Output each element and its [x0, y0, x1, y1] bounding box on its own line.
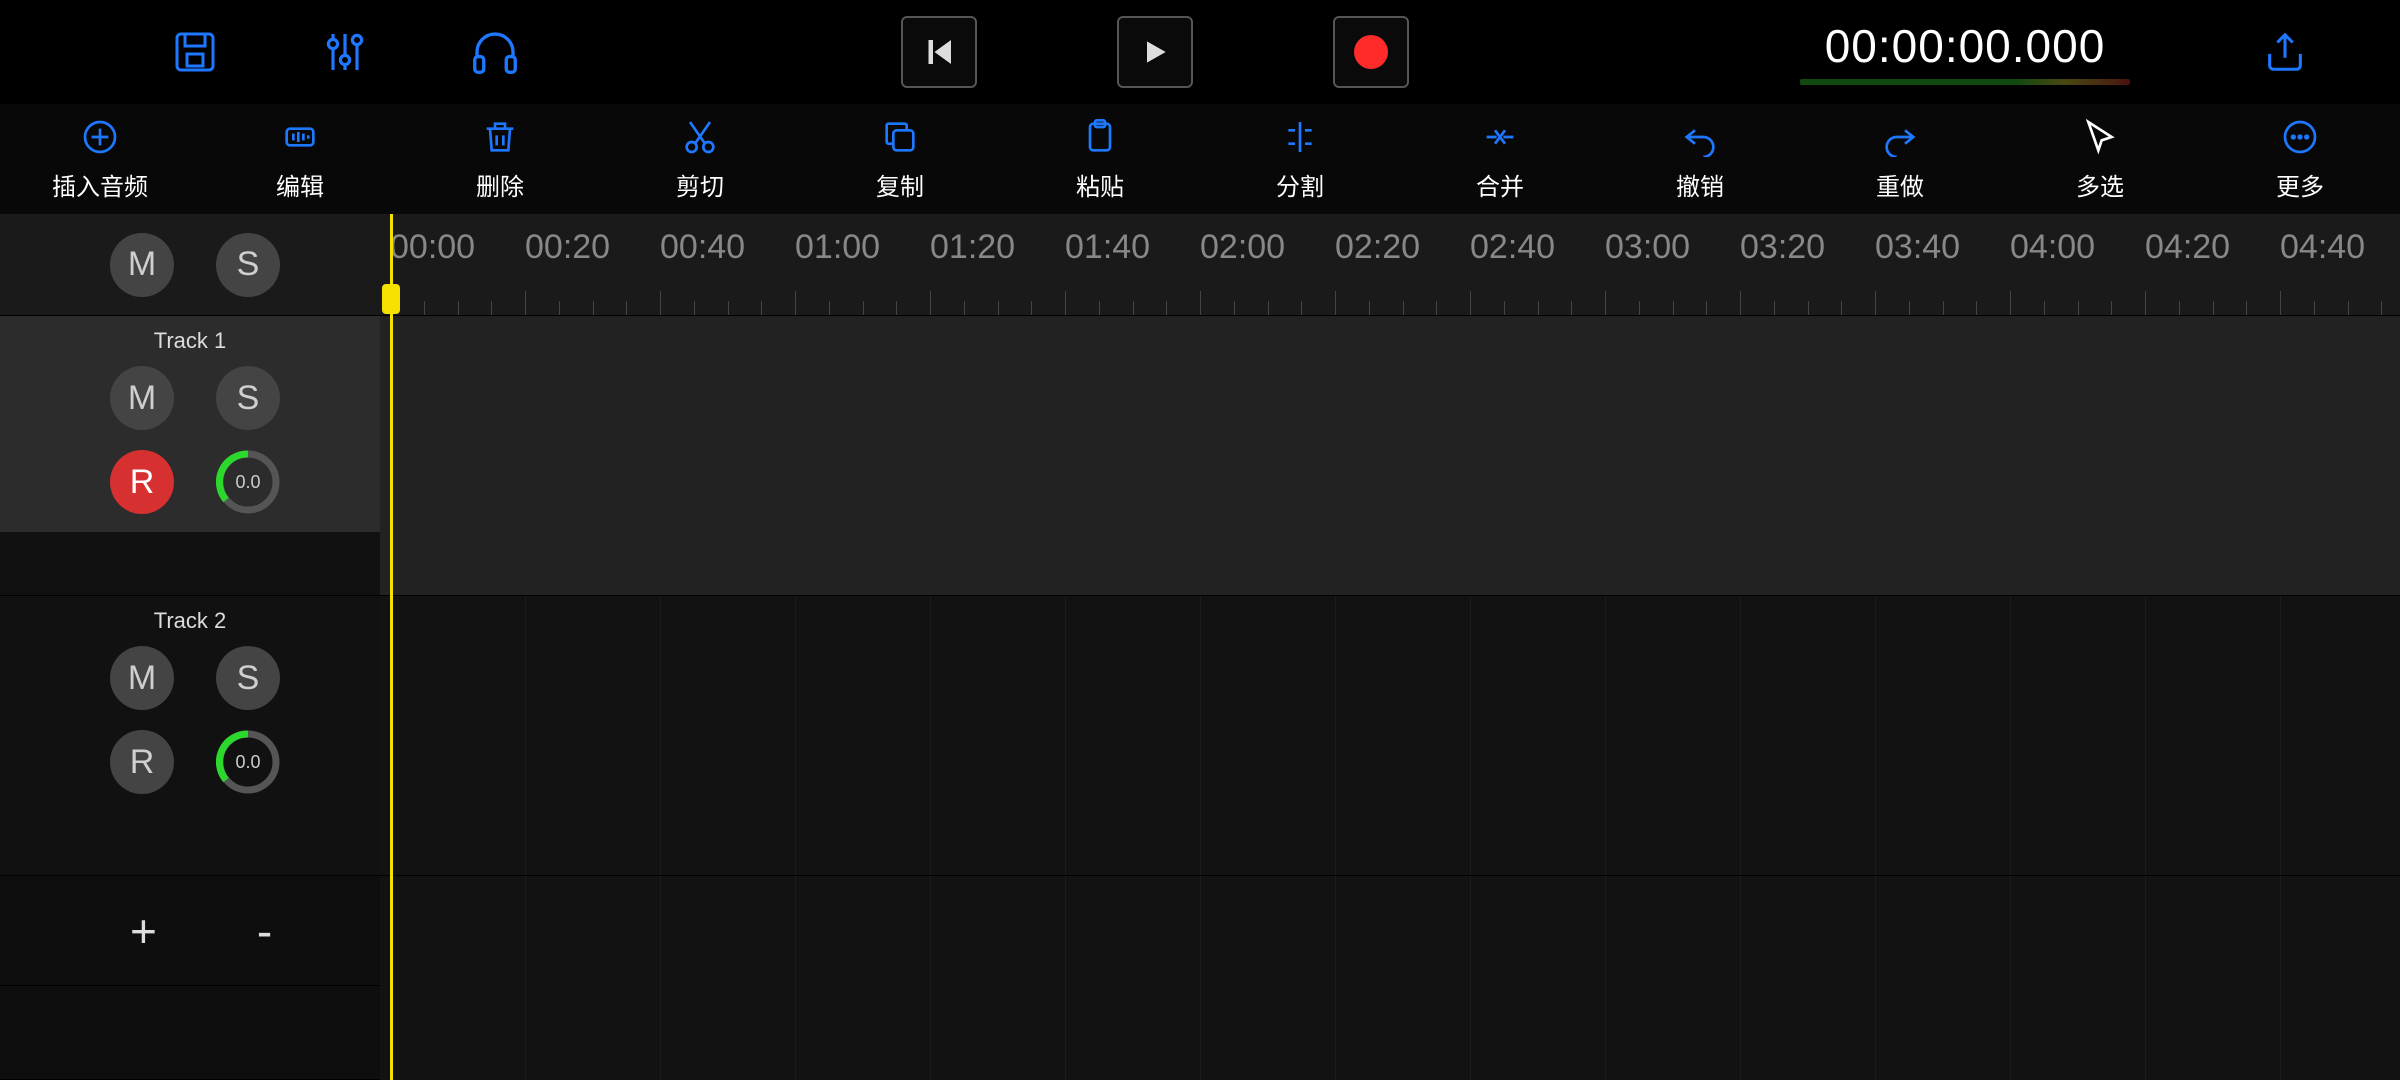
toolbar-label: 删除: [476, 167, 524, 202]
master-solo-button[interactable]: S: [216, 233, 280, 297]
add-track-button[interactable]: +: [130, 904, 157, 958]
timecode-value: 00:00:00.000: [1825, 19, 2106, 73]
toolbar-copy-button[interactable]: 复制: [800, 117, 1000, 202]
timecode-display[interactable]: 00:00:00.000: [1800, 19, 2130, 85]
toolbar-label: 粘贴: [1076, 167, 1124, 202]
ruler-label: 00:20: [525, 228, 610, 267]
toolbar-label: 重做: [1876, 167, 1924, 202]
toolbar-split-button[interactable]: 分割: [1200, 117, 1400, 202]
track-volume-knob[interactable]: 0.0: [216, 730, 280, 794]
mixer-button[interactable]: [290, 16, 400, 88]
ruler-label: 03:00: [1605, 228, 1690, 267]
ruler-label: 00:40: [660, 228, 745, 267]
toolbar-label: 插入音频: [52, 167, 148, 202]
headphones-button[interactable]: [440, 16, 550, 88]
toolbar-label: 更多: [2276, 167, 2324, 202]
ruler-label: 03:40: [1875, 228, 1960, 267]
master-mute-button[interactable]: M: [110, 233, 174, 297]
ruler-label: 01:20: [930, 228, 1015, 267]
track-lane[interactable]: [380, 596, 2400, 876]
toolbar-insert-button[interactable]: 插入音频: [0, 117, 200, 202]
record-icon: [1354, 35, 1388, 69]
time-ruler[interactable]: 00:00 00:20 00:40 01:00 01:20 01:40 02:00 02:20…: [380, 214, 2400, 316]
toolbar-delete-button[interactable]: 删除: [400, 117, 600, 202]
track-record-arm-button[interactable]: R: [110, 450, 174, 514]
track-record-arm-button[interactable]: R: [110, 730, 174, 794]
ruler-label: 02:20: [1335, 228, 1420, 267]
top-toolbar: 00:00:00.000: [0, 0, 2400, 104]
track-mute-button[interactable]: M: [110, 366, 174, 430]
track-solo-button[interactable]: S: [216, 366, 280, 430]
toolbar-edit-button[interactable]: 编辑: [200, 117, 400, 202]
track-volume-value: 0.0: [235, 472, 260, 493]
play-button[interactable]: [1117, 16, 1193, 88]
toolbar-merge-button[interactable]: 合并: [1400, 117, 1600, 202]
ruler-label: 04:40: [2280, 228, 2365, 267]
playhead-handle[interactable]: [382, 284, 400, 314]
go-to-start-button[interactable]: [901, 16, 977, 88]
toolbar-cut-button[interactable]: 剪切: [600, 117, 800, 202]
track-name: Track 1: [0, 328, 380, 354]
track-mute-button[interactable]: M: [110, 646, 174, 710]
toolbar-label: 合并: [1476, 167, 1524, 202]
toolbar-undo-button[interactable]: 撤销: [1600, 117, 1800, 202]
record-button[interactable]: [1333, 16, 1409, 88]
playhead[interactable]: [390, 214, 393, 1080]
save-button[interactable]: [140, 16, 250, 88]
toolbar-more-button[interactable]: 更多: [2200, 117, 2400, 202]
ruler-label: 02:40: [1470, 228, 1555, 267]
toolbar-label: 分割: [1276, 167, 1324, 202]
master-track-header[interactable]: M S: [0, 214, 380, 316]
track-add-remove: + -: [0, 876, 380, 986]
toolbar-label: 多选: [2076, 167, 2124, 202]
ruler-label: 01:00: [795, 228, 880, 267]
toolbar-redo-button[interactable]: 重做: [1800, 117, 2000, 202]
track-volume-knob[interactable]: 0.0: [216, 450, 280, 514]
track-header[interactable]: Track 1 MSR 0.0: [0, 316, 380, 596]
toolbar-multi-button[interactable]: 多选: [2000, 117, 2200, 202]
track-lane[interactable]: [380, 316, 2400, 596]
share-button[interactable]: [2230, 16, 2340, 88]
timeline[interactable]: 00:00 00:20 00:40 01:00 01:20 01:40 02:00 02:20…: [380, 214, 2400, 1080]
track-header[interactable]: Track 2 MSR 0.0: [0, 596, 380, 876]
track-name: Track 2: [0, 608, 380, 634]
edit-toolbar: 插入音频 编辑 删除 剪切 复制 粘贴 分割 合并 撤销 重做 多选 更多: [0, 104, 2400, 214]
toolbar-label: 剪切: [676, 167, 724, 202]
ruler-label: 04:20: [2145, 228, 2230, 267]
ruler-label: 03:20: [1740, 228, 1825, 267]
ruler-label: 04:00: [2010, 228, 2095, 267]
track-panel: M S Track 1MSR0.0Track 2MSR0.0 + -: [0, 214, 380, 1080]
toolbar-label: 撤销: [1676, 167, 1724, 202]
ruler-label: 02:00: [1200, 228, 1285, 267]
toolbar-label: 编辑: [276, 167, 324, 202]
track-solo-button[interactable]: S: [216, 646, 280, 710]
ruler-label: 00:00: [390, 228, 475, 267]
ruler-label: 01:40: [1065, 228, 1150, 267]
track-volume-value: 0.0: [235, 752, 260, 773]
workspace: M S Track 1MSR0.0Track 2MSR0.0 + - 00:00…: [0, 214, 2400, 1080]
level-meter: [1800, 79, 2130, 85]
toolbar-label: 复制: [876, 167, 924, 202]
remove-track-button[interactable]: -: [257, 904, 272, 958]
toolbar-paste-button[interactable]: 粘贴: [1000, 117, 1200, 202]
